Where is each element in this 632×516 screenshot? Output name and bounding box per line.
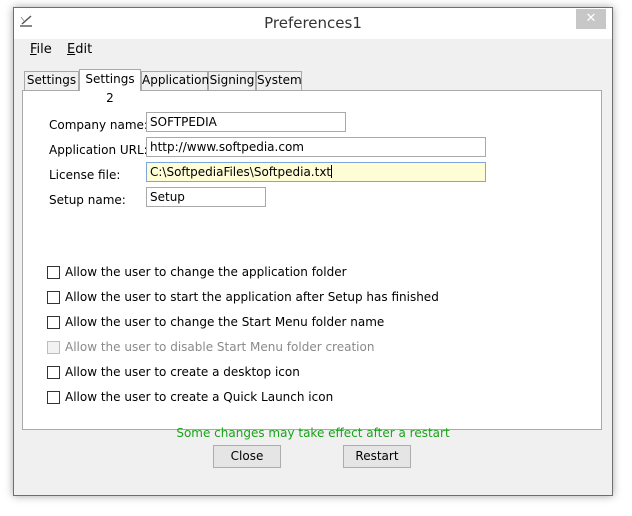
application-url-field[interactable]: http://www.softpedia.com (146, 137, 486, 157)
restart-notice: Some changes may take effect after a res… (176, 426, 450, 440)
setup-name-label: Setup name: (49, 193, 126, 207)
application-url-label: Application URL: (49, 143, 148, 157)
checkbox-disabled (47, 341, 60, 354)
menu-file[interactable]: File (30, 42, 52, 57)
checkbox[interactable] (47, 366, 60, 379)
tab-signing[interactable]: Signing (208, 71, 256, 90)
text-caret (331, 165, 333, 178)
checkbox[interactable] (47, 316, 60, 329)
option-label: Allow the user to start the application … (65, 290, 439, 304)
menu-bar: File Edit (14, 39, 612, 61)
tab-settings-2[interactable]: Settings 2 (79, 69, 141, 105)
license-file-label: License file: (49, 168, 121, 182)
setup-name-field[interactable]: Setup (146, 187, 266, 207)
tab-system[interactable]: System (256, 71, 302, 90)
option-label: Allow the user to change the Start Menu … (65, 315, 385, 329)
restart-button[interactable]: Restart (343, 445, 411, 468)
license-file-field[interactable]: C:\SoftpediaFiles\Softpedia.txt (146, 162, 486, 182)
close-window-button[interactable]: ✕ (576, 9, 606, 29)
menu-edit-access-key: E (67, 42, 76, 57)
settings-2-panel: Company name: SOFTPEDIA Application URL:… (22, 90, 602, 430)
preferences-window: Preferences1 ✕ File Edit Settings 1 Sett… (13, 7, 613, 496)
checkbox[interactable] (47, 391, 60, 404)
option-label: Allow the user to disable Start Menu fol… (65, 340, 375, 354)
title-bar: Preferences1 ✕ (14, 8, 612, 39)
menu-edit-label: dit (75, 42, 93, 57)
option-label: Allow the user to change the application… (65, 265, 347, 279)
close-button[interactable]: Close (213, 445, 281, 468)
tab-applications[interactable]: Applications (141, 71, 215, 90)
checkbox[interactable] (47, 291, 60, 304)
option-label: Allow the user to create a Quick Launch … (65, 390, 334, 404)
option-label: Allow the user to create a desktop icon (65, 365, 300, 379)
tab-settings-1[interactable]: Settings 1 (24, 71, 79, 104)
company-name-label: Company name: (49, 118, 148, 132)
menu-file-label: ile (36, 42, 52, 57)
window-title: Preferences1 (264, 14, 362, 32)
checkbox[interactable] (47, 266, 60, 279)
license-file-value: C:\SoftpediaFiles\Softpedia.txt (150, 165, 332, 179)
company-name-field[interactable]: SOFTPEDIA (146, 112, 346, 132)
menu-edit[interactable]: Edit (67, 42, 92, 57)
